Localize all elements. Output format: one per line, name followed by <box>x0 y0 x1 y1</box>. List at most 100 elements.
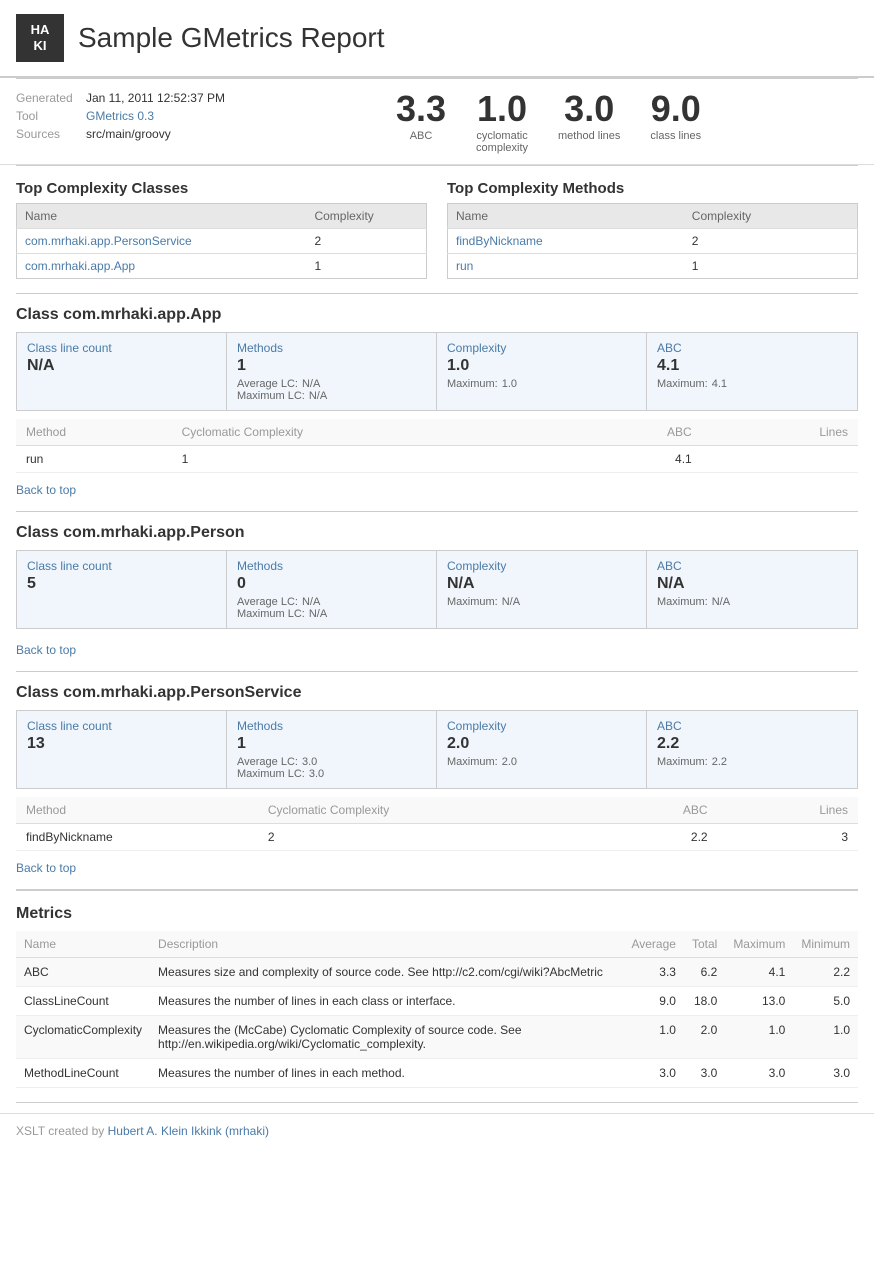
method-name-link[interactable]: findByNickname <box>456 234 543 248</box>
metric-sub-label: Maximum LC: <box>237 768 305 780</box>
class-name-cell: com.mrhaki.app.App <box>17 254 307 279</box>
metrics-cell: 13.0 <box>725 987 793 1016</box>
meta-generated-label: Generated <box>16 91 86 105</box>
metric-cell-header-link[interactable]: Methods <box>237 559 426 573</box>
class-complexity-cell: 1 <box>306 254 426 279</box>
method-lines-cell <box>732 446 858 473</box>
metrics-col-header: Name <box>16 931 150 958</box>
metrics-cell: 5.0 <box>793 987 858 1016</box>
method-col-header: Cyclomatic Complexity <box>258 797 578 824</box>
method-name-cell: findByNickname <box>448 229 684 254</box>
metric-sub-val: N/A <box>302 378 320 390</box>
meta-tool: Tool GMetrics 0.3 <box>16 109 296 123</box>
metric-sub-val: N/A <box>502 596 520 608</box>
meta-labels: Generated Jan 11, 2011 12:52:37 PM Tool … <box>16 91 296 145</box>
metrics-cell: 2.2 <box>793 958 858 987</box>
metric-cell-sub: Average LC:3.0Maximum LC:3.0 <box>237 756 426 780</box>
class-title: Class com.mrhaki.app.PersonService <box>16 684 858 702</box>
metric-cell-header-link[interactable]: Complexity <box>447 719 636 733</box>
metric-cell-header-link[interactable]: Class line count <box>27 341 216 355</box>
metric-cell: ABC 4.1 Maximum:4.1 <box>647 333 857 410</box>
stat-value: 3.3 <box>396 91 446 127</box>
meta-sources: Sources src/main/groovy <box>16 127 296 141</box>
metric-sub-label: Maximum: <box>657 596 708 608</box>
back-to-top-link[interactable]: Back to top <box>16 855 858 885</box>
logo-text: HAKI <box>31 22 50 53</box>
page-title: Sample GMetrics Report <box>78 22 385 54</box>
metric-cell-header-link[interactable]: Complexity <box>447 559 636 573</box>
class-section: Class com.mrhaki.app.PersonService Class … <box>0 672 874 889</box>
top-complexity-classes-table: Name Complexity com.mrhaki.app.PersonSer… <box>16 203 427 279</box>
col-complexity-classes: Complexity <box>306 204 426 229</box>
metrics-col-header: Description <box>150 931 623 958</box>
table-row: run 1 <box>448 254 858 279</box>
top-complexity-methods-table: Name Complexity findByNickname2run1 <box>447 203 858 279</box>
metric-cell-header-link[interactable]: Methods <box>237 719 426 733</box>
metric-sub-label: Maximum LC: <box>237 390 305 402</box>
stat-item: 9.0class lines <box>650 91 701 142</box>
metric-sub-val: 3.0 <box>302 756 317 768</box>
method-col-header: ABC <box>538 419 732 446</box>
metrics-section: Metrics NameDescriptionAverageTotalMaxim… <box>0 891 874 1102</box>
metric-cell-header-link[interactable]: Class line count <box>27 719 216 733</box>
stat-item: 3.3ABC <box>396 91 446 142</box>
metric-sub-val: N/A <box>309 608 327 620</box>
metric-cell: ABC N/AMaximum: N/A <box>647 551 857 628</box>
method-complexity-cell: 1 <box>684 254 858 279</box>
metric-cell-sub: Maximum:2.2 <box>657 756 847 768</box>
top-complexity-classes-title: Top Complexity Classes <box>16 180 427 197</box>
back-to-top-link[interactable]: Back to top <box>16 477 858 507</box>
stat-item: 3.0method lines <box>558 91 620 142</box>
class-complexity-cell: 2 <box>306 229 426 254</box>
footer-text: XSLT created by <box>16 1124 108 1138</box>
metric-sub-label: Maximum LC: <box>237 608 305 620</box>
table-row: CyclomaticComplexityMeasures the (McCabe… <box>16 1016 858 1059</box>
metrics-cell: 1.0 <box>623 1016 683 1059</box>
metric-cell-sub: Average LC:N/AMaximum LC:N/A <box>237 378 426 402</box>
metrics-col-header: Maximum <box>725 931 793 958</box>
metrics-cell: 3.0 <box>725 1059 793 1088</box>
metric-cell-header-link[interactable]: ABC <box>657 559 847 573</box>
metric-cell-header-link[interactable]: ABC <box>657 719 847 733</box>
method-name-link[interactable]: run <box>456 259 473 273</box>
metric-cell-value: 4.1 <box>657 357 847 375</box>
metric-cell-value: 1 <box>237 735 426 753</box>
tool-link[interactable]: GMetrics 0.3 <box>86 109 154 123</box>
metric-cell: Complexity1.0Maximum:1.0 <box>437 333 647 410</box>
metrics-cell: Measures the (McCabe) Cyclomatic Complex… <box>150 1016 623 1059</box>
metric-sub-label: Maximum: <box>657 756 708 768</box>
metrics-cell: 18.0 <box>684 987 725 1016</box>
class-metrics-grid: Class line countN/AMethods1Average LC:N/… <box>16 332 858 411</box>
class-name-link[interactable]: com.mrhaki.app.App <box>25 259 135 273</box>
metric-cell-value: 1 <box>237 357 426 375</box>
metric-cell-header-link[interactable]: ABC <box>657 341 847 355</box>
method-col-header: Method <box>16 419 172 446</box>
metric-cell-header-link[interactable]: Complexity <box>447 341 636 355</box>
metric-sub-val: N/A <box>712 596 730 608</box>
back-to-top-link[interactable]: Back to top <box>16 637 858 667</box>
col-name-methods: Name <box>448 204 684 229</box>
class-title: Class com.mrhaki.app.Person <box>16 524 858 542</box>
metric-cell: Methods0Average LC:N/AMaximum LC:N/A <box>227 551 437 628</box>
stat-value: 9.0 <box>650 91 701 127</box>
footer-link[interactable]: Hubert A. Klein Ikkink (mrhaki) <box>108 1124 269 1138</box>
method-name-cell: run <box>16 446 172 473</box>
top-tables: Top Complexity Classes Name Complexity c… <box>0 166 874 279</box>
metric-cell-sub: Average LC:N/AMaximum LC:N/A <box>237 596 426 620</box>
metric-cell-sub: Maximum: N/A <box>657 596 847 608</box>
metric-cell: Methods1Average LC:N/AMaximum LC:N/A <box>227 333 437 410</box>
metric-cell-value: 2.2 <box>657 735 847 753</box>
method-name-cell: run <box>448 254 684 279</box>
metric-cell-header-link[interactable]: Class line count <box>27 559 216 573</box>
metric-cell: Class line count13 <box>17 711 227 788</box>
metric-cell-header-link[interactable]: Methods <box>237 341 426 355</box>
metric-cell-sub: Maximum:4.1 <box>657 378 847 390</box>
metrics-cell: Measures the number of lines in each cla… <box>150 987 623 1016</box>
metric-sub-label: Average LC: <box>237 378 298 390</box>
stats-area: 3.3ABC1.0cyclomaticcomplexity3.0method l… <box>396 91 701 154</box>
metrics-cell: 3.3 <box>623 958 683 987</box>
class-name-link[interactable]: com.mrhaki.app.PersonService <box>25 234 192 248</box>
table-row: com.mrhaki.app.PersonService 2 <box>17 229 427 254</box>
class-title: Class com.mrhaki.app.App <box>16 306 858 324</box>
metrics-cell: 1.0 <box>725 1016 793 1059</box>
